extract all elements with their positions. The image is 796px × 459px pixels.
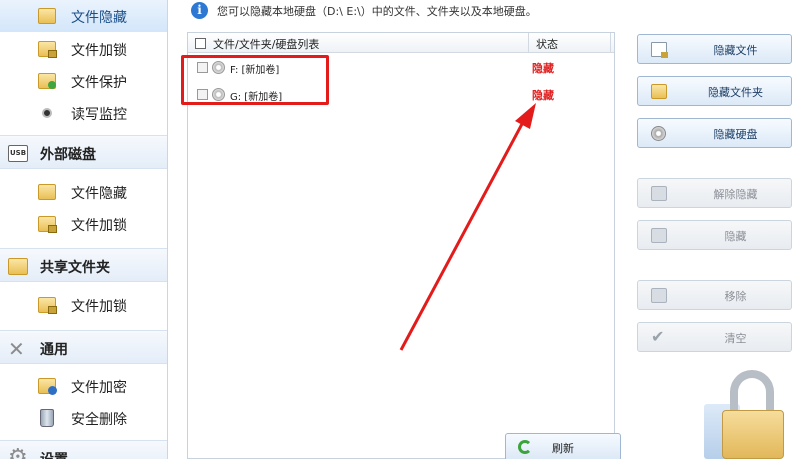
hide-button[interactable]: 隐藏 bbox=[637, 220, 792, 250]
check-icon bbox=[651, 327, 667, 346]
remove-file-icon bbox=[651, 288, 667, 303]
remove-button-label: 移除 bbox=[724, 290, 747, 303]
unhide-button[interactable]: 解除隐藏 bbox=[637, 178, 792, 208]
refresh-icon bbox=[518, 440, 532, 454]
hide-disk-button-label: 隐藏硬盘 bbox=[713, 128, 758, 141]
refresh-button-label: 刷新 bbox=[552, 442, 574, 455]
unhide-button-label: 解除隐藏 bbox=[713, 188, 758, 201]
lock-body bbox=[722, 410, 784, 459]
folder-icon bbox=[651, 84, 667, 99]
remove-button[interactable]: 移除 bbox=[637, 280, 792, 310]
unlock-folder-icon bbox=[651, 186, 667, 201]
disk-icon bbox=[651, 126, 666, 141]
refresh-button[interactable]: 刷新 bbox=[505, 433, 621, 459]
file-icon bbox=[651, 42, 668, 58]
hide-disk-button[interactable]: 隐藏硬盘 bbox=[637, 118, 792, 148]
hide-folder-button-label: 隐藏文件夹 bbox=[708, 86, 763, 99]
hide-button-label: 隐藏 bbox=[724, 230, 747, 243]
hide-file-button-label: 隐藏文件 bbox=[713, 44, 758, 57]
hide-folder-button[interactable]: 隐藏文件夹 bbox=[637, 76, 792, 106]
lock-folder-icon bbox=[651, 228, 667, 243]
clear-button-label: 清空 bbox=[724, 332, 747, 345]
lock-illustration bbox=[700, 370, 796, 459]
clear-button[interactable]: 清空 bbox=[637, 322, 792, 352]
hide-file-button[interactable]: 隐藏文件 bbox=[637, 34, 792, 64]
